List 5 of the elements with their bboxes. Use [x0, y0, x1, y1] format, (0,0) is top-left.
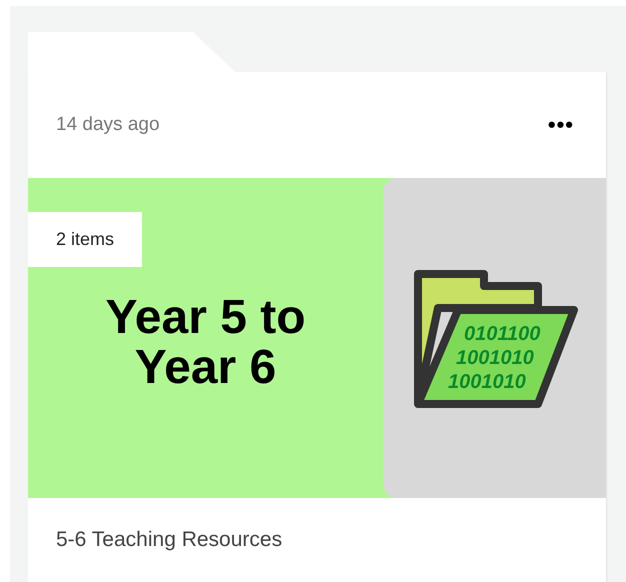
cover-title: Year 5 to Year 6 — [104, 292, 307, 394]
item-count-badge: 2 items — [28, 212, 142, 267]
more-menu-button[interactable]: ••• — [548, 114, 574, 136]
modified-time: 14 days ago — [56, 112, 160, 137]
folder-title: 5-6 Teaching Resources — [56, 527, 282, 554]
